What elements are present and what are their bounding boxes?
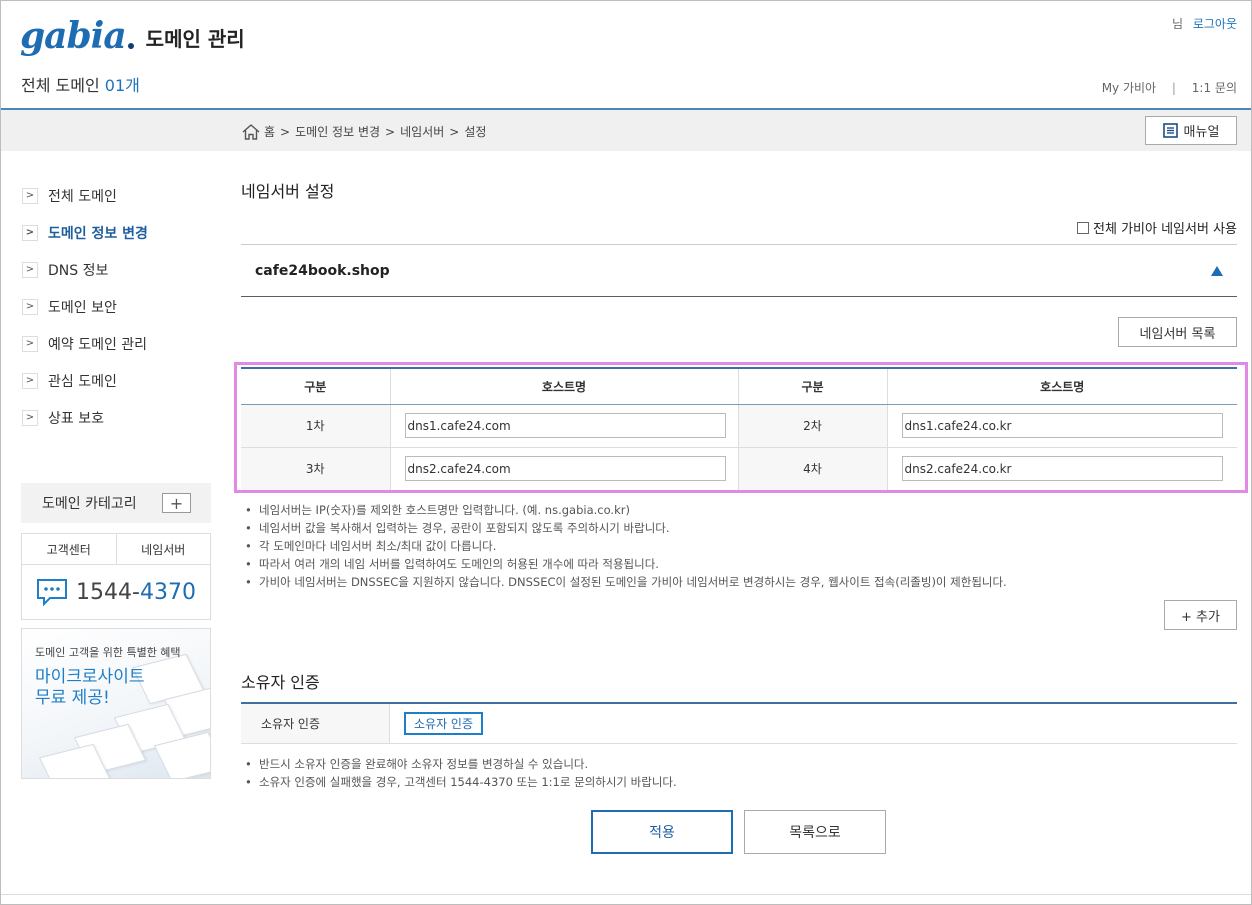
nameserver-notes: 네임서버는 IP(숫자)를 제외한 호스트명만 입력합니다. (예. ns.ga… [245, 501, 1007, 591]
owner-verify-button[interactable]: 소유자 인증 [404, 712, 484, 735]
sidebar-item-dns[interactable]: > DNS 정보 [22, 251, 148, 288]
breadcrumb-sep: > [449, 124, 460, 139]
note-item: 소유자 인증에 실패했을 경우, 고객센터 1544-4370 또는 1:1로 … [245, 773, 677, 791]
inquiry-link[interactable]: 1:1 문의 [1192, 81, 1237, 95]
note-item: 네임서버는 IP(숫자)를 제외한 호스트명만 입력합니다. (예. ns.ga… [245, 501, 1007, 519]
phone-prefix: 1544- [76, 579, 140, 605]
triangle-up-icon[interactable] [1211, 266, 1223, 276]
user-suffix: 님 [1171, 17, 1183, 31]
chat-bubble-icon [37, 579, 68, 606]
chevron-right-icon: > [22, 187, 38, 204]
promo-subtitle: 도메인 고객을 위한 특별한 혜택 [35, 646, 181, 659]
page-title: 네임서버 설정 [241, 182, 335, 201]
breadcrumb-home[interactable]: 홈 [264, 123, 275, 140]
logo[interactable]: gabia 도메인 관리 [20, 18, 245, 54]
logo-dot [127, 43, 134, 49]
chevron-right-icon: > [22, 261, 38, 278]
promo-title-line: 마이크로사이트 [35, 667, 145, 687]
sidebar-item-trademark[interactable]: > 상표 보호 [22, 399, 148, 436]
chevron-right-icon: > [22, 372, 38, 389]
promo-title: 마이크로사이트 무료 제공! [35, 667, 144, 709]
plus-icon[interactable]: + [162, 493, 191, 513]
breadcrumb-sep: > [385, 124, 396, 139]
note-item: 각 도메인마다 네임서버 최소/최대 값이 다릅니다. [245, 537, 1007, 555]
add-button[interactable]: + 추가 [1164, 600, 1237, 630]
manual-button[interactable]: 매뉴얼 [1145, 116, 1237, 145]
breadcrumb-domain-info[interactable]: 도메인 정보 변경 [295, 123, 380, 140]
nameserver-list-button[interactable]: 네임서버 목록 [1118, 317, 1237, 347]
sidebar-item-label: 도메인 보안 [48, 299, 117, 316]
cs-phone: 1544- 4370 [22, 565, 210, 619]
tab-nameserver[interactable]: 네임서버 [115, 534, 211, 564]
user-area: 님 로그아웃 [1172, 15, 1237, 32]
highlight-box [234, 362, 1248, 493]
all-gabia-checkbox[interactable] [1077, 221, 1090, 234]
logo-text: gabia [20, 15, 127, 57]
manual-label: 매뉴얼 [1183, 125, 1220, 140]
link-separator: | [1171, 81, 1176, 95]
promo-banner[interactable]: 도메인 고객을 위한 특별한 혜택 마이크로사이트 무료 제공! [21, 628, 211, 779]
page-app-title: 도메인 관리 [145, 27, 245, 51]
home-icon[interactable] [242, 123, 260, 140]
breadcrumb-sep: > [280, 124, 291, 139]
breadcrumb-bar: 홈 > 도메인 정보 변경 > 네임서버 > 설정 매뉴얼 [1, 110, 1251, 151]
sidebar-item-label: 도메인 정보 변경 [48, 225, 148, 242]
breadcrumb-current: 설정 [464, 125, 487, 139]
back-to-list-button[interactable]: 목록으로 [744, 810, 886, 854]
sidebar-nav: > 전체 도메인 > 도메인 정보 변경 > DNS 정보 > 도메인 보안 >… [22, 177, 148, 436]
sidebar-item-domain-info[interactable]: > 도메인 정보 변경 [22, 214, 148, 251]
top-links: My 가비아 | 1:1 문의 [1102, 79, 1237, 96]
domain-count-value: 01개 [104, 76, 140, 95]
domain-category[interactable]: 도메인 카테고리 + [21, 483, 211, 523]
all-gabia-label: 전체 가비아 네임서버 사용 [1093, 222, 1237, 237]
domain-header[interactable]: cafe24book.shop [241, 244, 1237, 297]
apply-button[interactable]: 적용 [591, 810, 733, 854]
chevron-right-icon: > [22, 298, 38, 315]
sidebar-item-label: 상표 보호 [48, 410, 104, 427]
domain-name: cafe24book.shop [255, 262, 390, 279]
document-icon [1162, 123, 1178, 138]
breadcrumb: 홈 > 도메인 정보 변경 > 네임서버 > 설정 [242, 123, 491, 140]
footer-divider [1, 894, 1251, 895]
sidebar-item-label: 관심 도메인 [48, 373, 117, 390]
breadcrumb-nameserver[interactable]: 네임서버 [400, 123, 444, 140]
all-gabia-nameserver-option[interactable]: 전체 가비아 네임서버 사용 [1077, 218, 1237, 237]
owner-row: 소유자 인증 소유자 인증 [241, 702, 1237, 744]
sidebar-item-reserved[interactable]: > 예약 도메인 관리 [22, 325, 148, 362]
domain-category-label: 도메인 카테고리 [42, 496, 137, 512]
cs-tabs: 고객센터 네임서버 [22, 534, 210, 565]
phone-suffix: 4370 [139, 579, 196, 605]
chevron-right-icon: > [22, 409, 38, 426]
logout-link[interactable]: 로그아웃 [1193, 17, 1237, 31]
chevron-right-icon: > [22, 335, 38, 352]
owner-label: 소유자 인증 [241, 704, 390, 743]
owner-notes: 반드시 소유자 인증을 완료해야 소유자 정보를 변경하실 수 있습니다. 소유… [245, 755, 677, 791]
note-item: 네임서버 값을 복사해서 입력하는 경우, 공란이 포함되지 않도록 주의하시기… [245, 519, 1007, 537]
sidebar-item-interest[interactable]: > 관심 도메인 [22, 362, 148, 399]
owner-cell: 소유자 인증 [390, 704, 484, 743]
tab-customer-center[interactable]: 고객센터 [22, 534, 116, 564]
note-item: 가비아 네임서버는 DNSSEC을 지원하지 않습니다. DNSSEC이 설정된… [245, 573, 1007, 591]
my-gabia-link[interactable]: My 가비아 [1102, 81, 1156, 95]
note-item: 따라서 여러 개의 네임 서버를 입력하여도 도메인의 허용된 개수에 따라 적… [245, 555, 1007, 573]
domain-count-label: 전체 도메인 [21, 76, 100, 95]
owner-section-title: 소유자 인증 [241, 673, 320, 692]
chevron-right-icon: > [22, 224, 38, 241]
sidebar-item-security[interactable]: > 도메인 보안 [22, 288, 148, 325]
promo-title-line: 무료 제공! [35, 688, 110, 708]
sidebar-item-label: 전체 도메인 [48, 188, 117, 205]
sidebar-item-label: DNS 정보 [48, 262, 109, 279]
customer-center-box: 고객센터 네임서버 1544- 4370 [21, 533, 211, 620]
note-item: 반드시 소유자 인증을 완료해야 소유자 정보를 변경하실 수 있습니다. [245, 755, 677, 773]
domain-count: 전체 도메인 01개 [21, 72, 140, 96]
sidebar-item-label: 예약 도메인 관리 [48, 336, 148, 353]
sidebar-item-all-domains[interactable]: > 전체 도메인 [22, 177, 148, 214]
